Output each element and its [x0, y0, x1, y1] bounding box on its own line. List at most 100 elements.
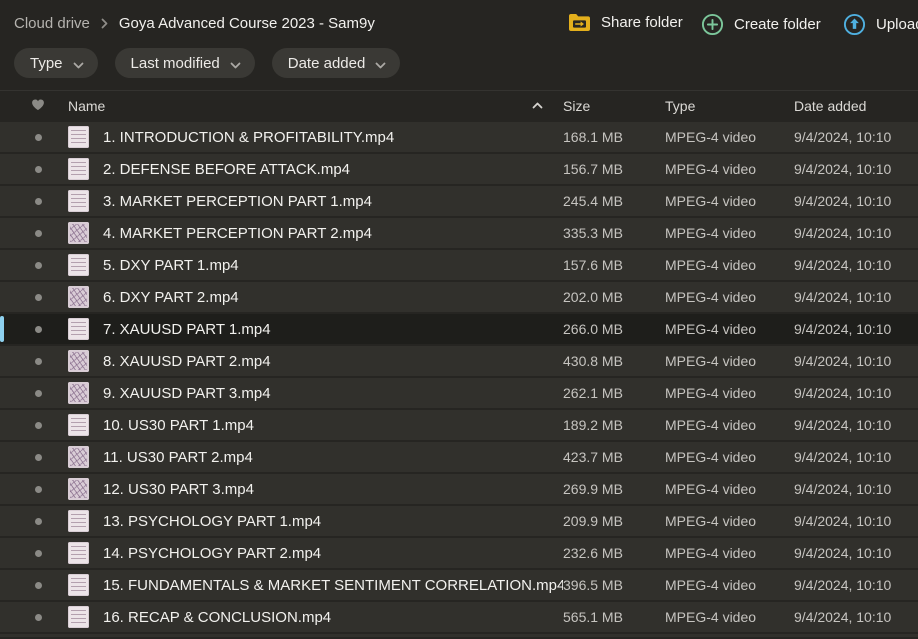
sort-ascending-icon[interactable] — [532, 102, 543, 109]
table-row[interactable]: 15. FUNDAMENTALS & MARKET SENTIMENT CORR… — [0, 570, 918, 600]
favorite-toggle[interactable] — [28, 582, 48, 589]
create-folder-button[interactable]: Create folder — [701, 13, 821, 36]
favorite-toggle[interactable] — [28, 518, 48, 525]
column-header-name[interactable]: Name — [68, 98, 105, 114]
filter-chip-type[interactable]: Type — [14, 48, 98, 78]
file-thumbnail-icon — [68, 606, 89, 628]
favorites-column-header[interactable] — [28, 98, 48, 114]
file-name: 1. INTRODUCTION & PROFITABILITY.mp4 — [103, 129, 563, 146]
column-header-size[interactable]: Size — [563, 98, 665, 114]
table-row[interactable]: 9. XAUUSD PART 3.mp4 262.1 MB MPEG-4 vid… — [0, 378, 918, 408]
file-name: 7. XAUUSD PART 1.mp4 — [103, 321, 563, 338]
file-size: 430.8 MB — [563, 353, 665, 369]
create-folder-label: Create folder — [734, 16, 821, 33]
favorite-toggle[interactable] — [28, 454, 48, 461]
file-date-added: 9/4/2024, 10:10 — [794, 257, 906, 273]
file-size: 423.7 MB — [563, 449, 665, 465]
file-date-added: 9/4/2024, 10:10 — [794, 385, 906, 401]
file-type: MPEG-4 video — [665, 609, 794, 625]
favorite-toggle[interactable] — [28, 134, 48, 141]
file-date-added: 9/4/2024, 10:10 — [794, 225, 906, 241]
favorite-toggle[interactable] — [28, 166, 48, 173]
file-size: 245.4 MB — [563, 193, 665, 209]
file-thumbnail-icon — [68, 190, 89, 212]
file-size: 189.2 MB — [563, 417, 665, 433]
file-date-added: 9/4/2024, 10:10 — [794, 417, 906, 433]
favorite-toggle[interactable] — [28, 422, 48, 429]
favorite-toggle[interactable] — [28, 230, 48, 237]
file-size: 396.5 MB — [563, 577, 665, 593]
file-type: MPEG-4 video — [665, 417, 794, 433]
file-thumbnail-icon — [68, 574, 89, 596]
favorite-toggle[interactable] — [28, 614, 48, 621]
table-row[interactable]: 10. US30 PART 1.mp4 189.2 MB MPEG-4 vide… — [0, 410, 918, 440]
table-row[interactable]: 4. MARKET PERCEPTION PART 2.mp4 335.3 MB… — [0, 218, 918, 248]
file-date-added: 9/4/2024, 10:10 — [794, 545, 906, 561]
favorite-toggle[interactable] — [28, 326, 48, 333]
file-type: MPEG-4 video — [665, 545, 794, 561]
column-header-type[interactable]: Type — [665, 98, 794, 114]
table-row[interactable]: 1. INTRODUCTION & PROFITABILITY.mp4 168.… — [0, 122, 918, 152]
partial-next-row — [0, 634, 918, 637]
top-bar: Cloud drive Goya Advanced Course 2023 - … — [0, 0, 918, 46]
table-row[interactable]: 16. RECAP & CONCLUSION.mp4 565.1 MB MPEG… — [0, 602, 918, 632]
table-row[interactable]: 3. MARKET PERCEPTION PART 1.mp4 245.4 MB… — [0, 186, 918, 216]
favorite-dot-icon — [35, 230, 42, 237]
file-date-added: 9/4/2024, 10:10 — [794, 129, 906, 145]
upload-arrow-icon — [843, 13, 866, 36]
file-size: 262.1 MB — [563, 385, 665, 401]
share-folder-icon — [568, 13, 591, 32]
table-row[interactable]: 13. PSYCHOLOGY PART 1.mp4 209.9 MB MPEG-… — [0, 506, 918, 536]
file-name: 12. US30 PART 3.mp4 — [103, 481, 563, 498]
breadcrumb: Cloud drive Goya Advanced Course 2023 - … — [14, 15, 375, 32]
file-date-added: 9/4/2024, 10:10 — [794, 577, 906, 593]
favorite-dot-icon — [35, 358, 42, 365]
favorite-toggle[interactable] — [28, 294, 48, 301]
file-type: MPEG-4 video — [665, 353, 794, 369]
file-size: 209.9 MB — [563, 513, 665, 529]
breadcrumb-current-folder: Goya Advanced Course 2023 - Sam9y — [119, 15, 375, 32]
create-folder-plus-icon — [701, 13, 724, 36]
favorite-dot-icon — [35, 134, 42, 141]
table-row[interactable]: 2. DEFENSE BEFORE ATTACK.mp4 156.7 MB MP… — [0, 154, 918, 184]
column-header-date-added[interactable]: Date added — [794, 98, 906, 114]
file-thumbnail-icon — [68, 446, 89, 468]
file-thumbnail-icon — [68, 382, 89, 404]
filter-chip-last-modified[interactable]: Last modified — [115, 48, 255, 78]
share-folder-button[interactable]: Share folder — [568, 13, 683, 32]
favorite-toggle[interactable] — [28, 358, 48, 365]
favorite-toggle[interactable] — [28, 198, 48, 205]
file-type: MPEG-4 video — [665, 225, 794, 241]
file-name: 5. DXY PART 1.mp4 — [103, 257, 563, 274]
favorite-toggle[interactable] — [28, 550, 48, 557]
file-thumbnail-icon — [68, 158, 89, 180]
table-row[interactable]: 6. DXY PART 2.mp4 202.0 MB MPEG-4 video … — [0, 282, 918, 312]
table-row[interactable]: 8. XAUUSD PART 2.mp4 430.8 MB MPEG-4 vid… — [0, 346, 918, 376]
upload-button[interactable]: Upload — [843, 13, 918, 36]
file-type: MPEG-4 video — [665, 161, 794, 177]
file-thumbnail-icon — [68, 478, 89, 500]
file-type: MPEG-4 video — [665, 481, 794, 497]
favorite-toggle[interactable] — [28, 390, 48, 397]
table-row[interactable]: 7. XAUUSD PART 1.mp4 266.0 MB MPEG-4 vid… — [0, 314, 918, 344]
favorite-dot-icon — [35, 294, 42, 301]
file-size: 232.6 MB — [563, 545, 665, 561]
file-name: 14. PSYCHOLOGY PART 2.mp4 — [103, 545, 563, 562]
file-table: Name Size Type Date added 1. INTRODUCTIO… — [0, 90, 918, 637]
favorite-toggle[interactable] — [28, 262, 48, 269]
file-thumbnail-icon — [68, 510, 89, 532]
favorite-dot-icon — [35, 390, 42, 397]
breadcrumb-root-link[interactable]: Cloud drive — [14, 15, 90, 32]
favorite-toggle[interactable] — [28, 486, 48, 493]
file-size: 157.6 MB — [563, 257, 665, 273]
favorite-dot-icon — [35, 518, 42, 525]
file-thumbnail-icon — [68, 318, 89, 340]
table-row[interactable]: 5. DXY PART 1.mp4 157.6 MB MPEG-4 video … — [0, 250, 918, 280]
table-row[interactable]: 12. US30 PART 3.mp4 269.9 MB MPEG-4 vide… — [0, 474, 918, 504]
filter-chip-date-added[interactable]: Date added — [272, 48, 401, 78]
chevron-down-icon — [230, 56, 241, 73]
table-row[interactable]: 14. PSYCHOLOGY PART 2.mp4 232.6 MB MPEG-… — [0, 538, 918, 568]
favorite-dot-icon — [35, 486, 42, 493]
upload-label: Upload — [876, 16, 918, 33]
table-row[interactable]: 11. US30 PART 2.mp4 423.7 MB MPEG-4 vide… — [0, 442, 918, 472]
